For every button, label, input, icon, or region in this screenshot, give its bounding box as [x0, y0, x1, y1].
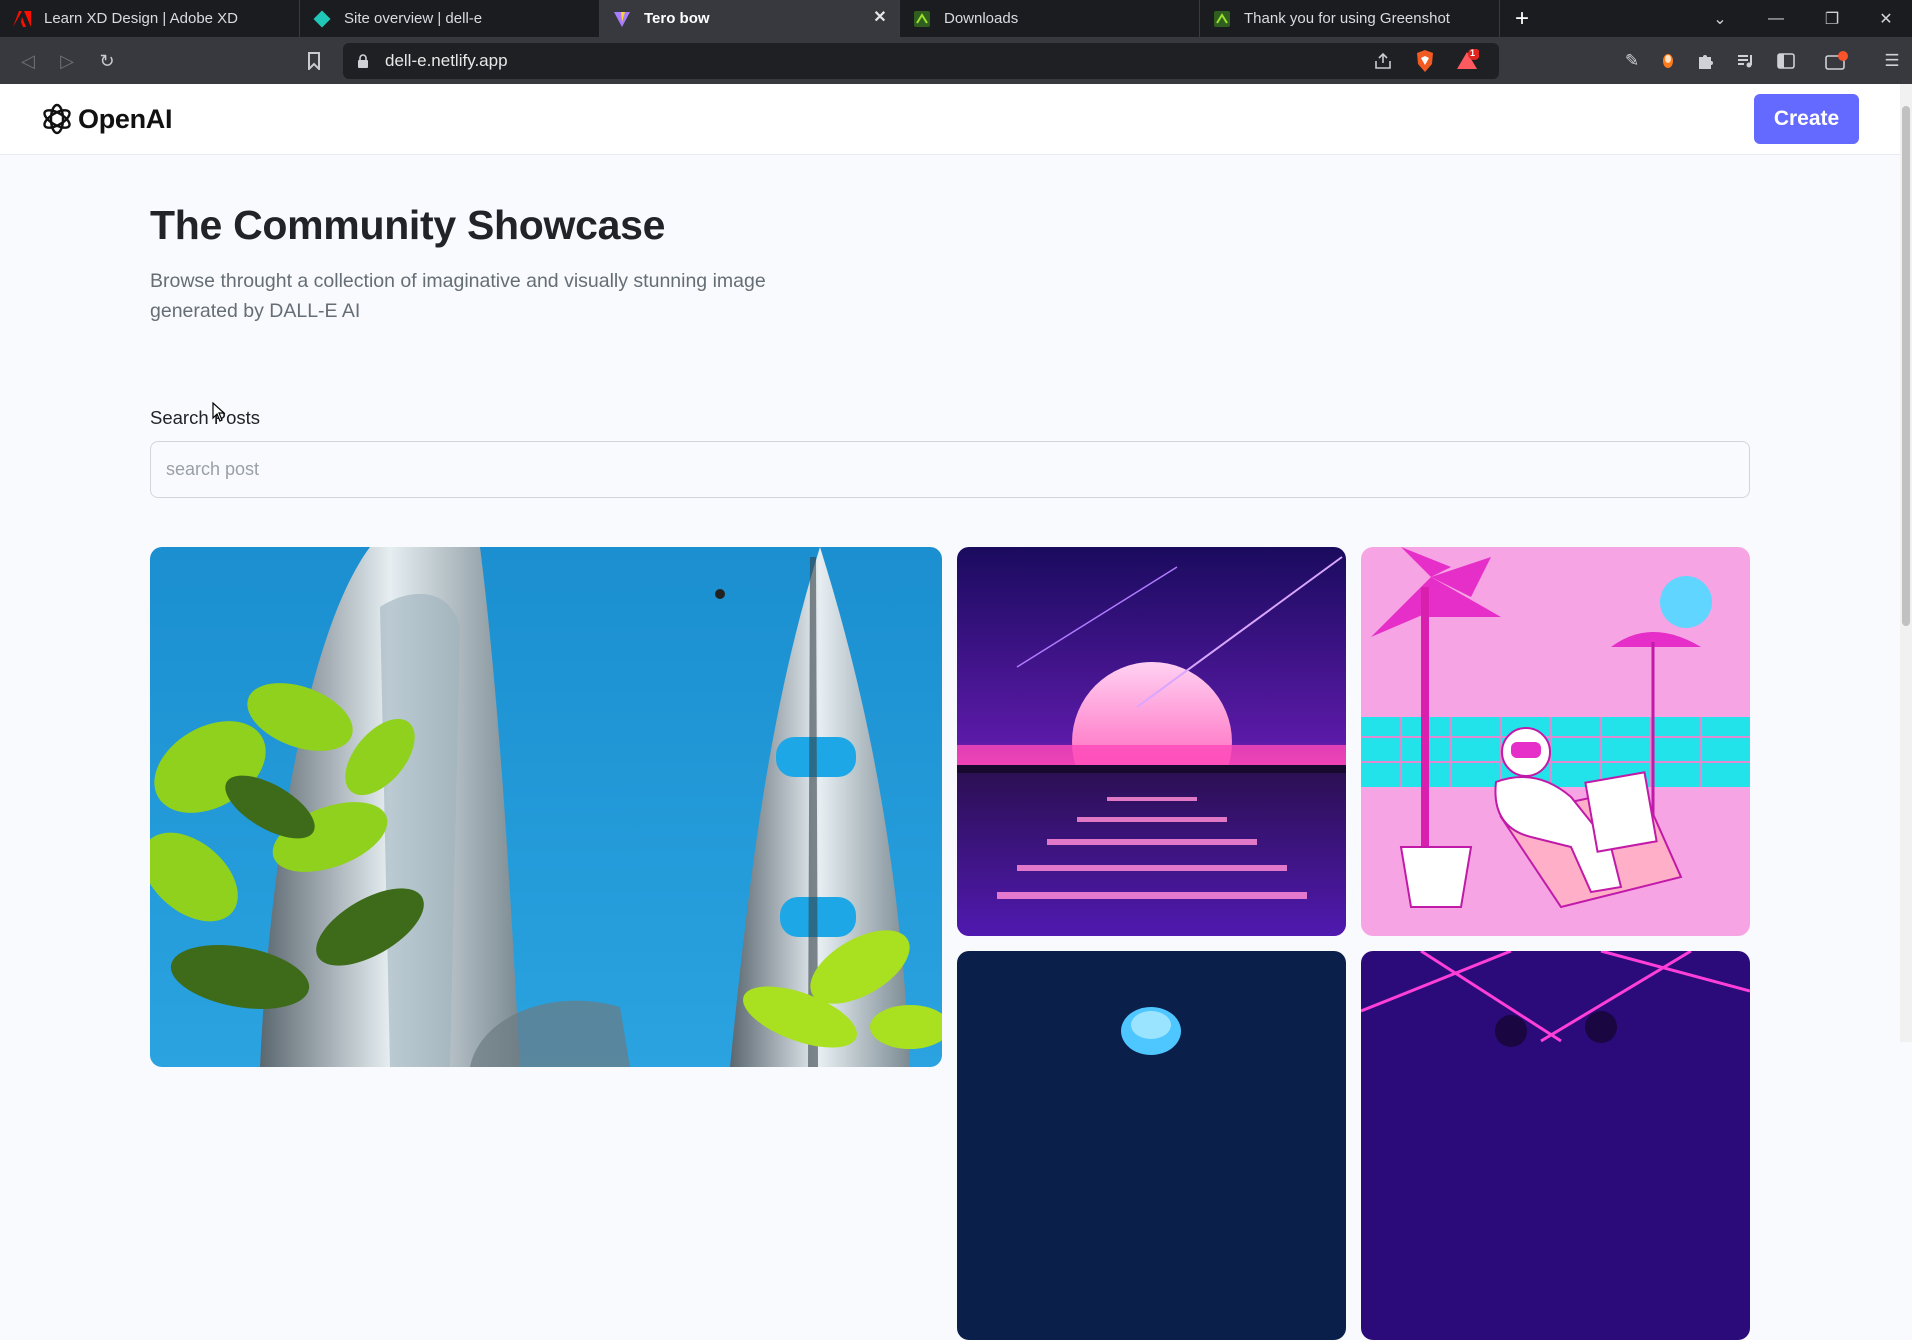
share-icon[interactable]: [1373, 51, 1393, 76]
browser-tab-strip: Learn XD Design | Adobe XD Site overview…: [0, 0, 1912, 37]
logo-text: OpenAI: [78, 103, 173, 134]
media-queue-icon[interactable]: [1732, 47, 1760, 75]
close-icon[interactable]: ✕: [871, 9, 889, 27]
tab-title: Downloads: [944, 10, 1019, 27]
tab-title: Tero bow: [644, 10, 710, 27]
address-bar[interactable]: dell-e.netlify.app 1: [343, 43, 1499, 79]
scrollbar-thumb[interactable]: [1902, 106, 1910, 626]
tab-title: Thank you for using Greenshot: [1244, 10, 1450, 27]
adobe-icon: [12, 9, 32, 29]
url-text: dell-e.netlify.app: [385, 51, 508, 70]
openai-logo-icon: [43, 103, 71, 135]
greenshot-icon: [912, 9, 932, 29]
tab-adobe-xd[interactable]: Learn XD Design | Adobe XD: [0, 0, 300, 37]
tab-title: Site overview | dell-e: [344, 10, 483, 27]
new-tab-plus-icon[interactable]: +: [1500, 0, 1544, 37]
minimize-icon[interactable]: —: [1748, 0, 1804, 37]
tab-list-chevron-icon[interactable]: ⌄: [1692, 0, 1748, 37]
image-sunset: [957, 547, 1346, 936]
gallery-card-sunset[interactable]: [957, 547, 1346, 936]
brave-rewards-icon[interactable]: 1: [1455, 48, 1480, 78]
page-content: OpenAI Create The Community Showcase Bro…: [0, 84, 1900, 1340]
extension-pen-icon[interactable]: ✎: [1618, 47, 1646, 75]
create-button[interactable]: Create: [1754, 94, 1859, 144]
mouse-cursor-icon: [212, 402, 226, 422]
netlify-icon: [312, 9, 332, 29]
menu-icon[interactable]: ☰: [1878, 47, 1906, 75]
image-jellyfish: [957, 951, 1346, 1340]
tab-title: Learn XD Design | Adobe XD: [44, 10, 239, 27]
lock-icon: [357, 54, 371, 68]
notification-count: 1: [1470, 48, 1476, 58]
reload-icon[interactable]: ↻: [91, 45, 123, 77]
tab-site-overview[interactable]: Site overview | dell-e: [300, 0, 600, 37]
openai-logo[interactable]: OpenAI: [40, 102, 173, 136]
tab-greenshot[interactable]: Thank you for using Greenshot: [1200, 0, 1500, 37]
gallery-card-towers[interactable]: [150, 547, 942, 1067]
tab-tero-bow[interactable]: Tero bow ✕: [600, 0, 900, 37]
image-astronaut: [1361, 547, 1750, 936]
sidebar-icon[interactable]: [1772, 47, 1800, 75]
image-lasers: [1361, 951, 1750, 1340]
gallery-card-jellyfish[interactable]: [957, 951, 1346, 1340]
browser-toolbar: ◁ ▷ ↻ dell-e.netlify.app 1 ✎ ☰: [0, 37, 1912, 84]
greenshot-icon: [1212, 9, 1232, 29]
search-input[interactable]: [150, 441, 1750, 498]
gallery-card-astronaut[interactable]: [1361, 547, 1750, 936]
brave-shields-icon[interactable]: [1415, 49, 1435, 78]
page-subtitle: Browse throught a collection of imaginat…: [150, 270, 766, 322]
restore-icon[interactable]: ❐: [1804, 0, 1860, 37]
search-label: Search Posts: [150, 407, 261, 428]
image-towers: [150, 547, 942, 1067]
page-scrollbar[interactable]: [1900, 84, 1912, 1042]
window-close-icon[interactable]: ✕: [1860, 0, 1912, 37]
gallery-card-lasers[interactable]: [1361, 951, 1750, 1340]
tab-downloads[interactable]: Downloads: [900, 0, 1200, 37]
wallet-icon[interactable]: [1822, 47, 1850, 75]
site-header: OpenAI Create: [0, 84, 1900, 155]
vite-icon: [612, 9, 632, 29]
bookmark-icon[interactable]: [298, 45, 330, 77]
extension-orange-icon[interactable]: [1654, 47, 1682, 75]
page-title: The Community Showcase: [150, 202, 666, 248]
back-icon[interactable]: ◁: [12, 45, 44, 77]
puzzle-icon[interactable]: [1692, 47, 1720, 75]
forward-icon[interactable]: ▷: [51, 45, 83, 77]
